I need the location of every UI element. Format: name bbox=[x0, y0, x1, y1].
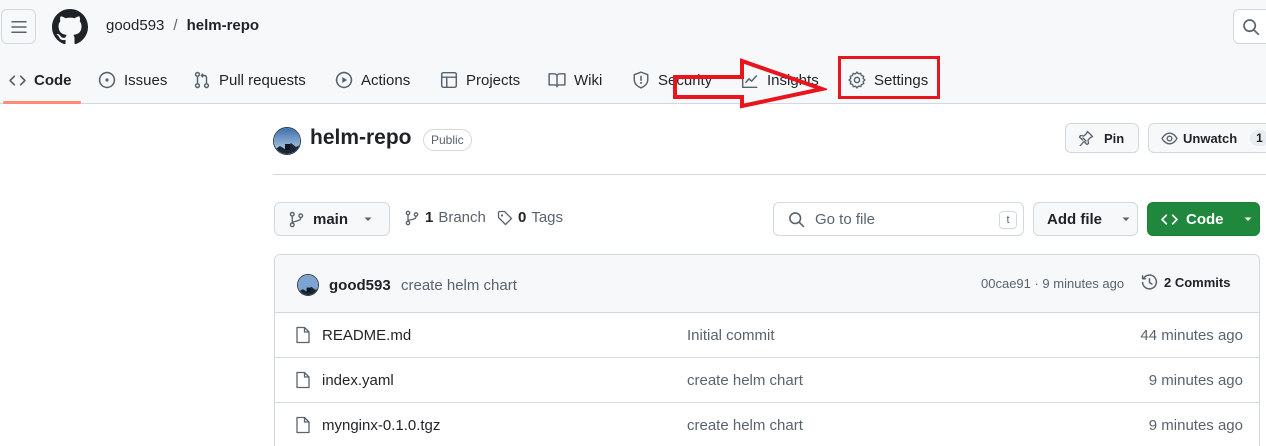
code-icon bbox=[1161, 213, 1178, 225]
code-button-label: Code bbox=[1186, 210, 1224, 228]
commits-history-link[interactable]: 2 Commits bbox=[1141, 274, 1230, 291]
file-icon bbox=[296, 416, 310, 434]
repo-title[interactable]: helm-repo bbox=[310, 126, 412, 150]
hamburger-icon bbox=[10, 20, 27, 33]
branches-label: Branch bbox=[438, 209, 486, 226]
add-file-button[interactable]: Add file bbox=[1033, 202, 1138, 236]
breadcrumb-owner-link[interactable]: good593 bbox=[106, 17, 164, 34]
file-age: 9 minutes ago bbox=[1148, 372, 1243, 389]
file-row[interactable]: README.md Initial commit 44 minutes ago bbox=[275, 313, 1259, 358]
tab-issues-label: Issues bbox=[124, 71, 168, 89]
file-icon bbox=[296, 371, 310, 389]
file-commit-message[interactable]: Initial commit bbox=[687, 327, 775, 344]
commit-author[interactable]: good593 bbox=[329, 277, 391, 294]
code-icon bbox=[9, 74, 26, 86]
file-commit-message[interactable]: create helm chart bbox=[687, 372, 803, 389]
repo-nav: Code Issues Pull requests Actions Projec… bbox=[0, 56, 1266, 104]
breadcrumb-repo-link[interactable]: helm-repo bbox=[187, 17, 260, 34]
table-icon bbox=[440, 71, 458, 89]
eye-icon bbox=[1161, 131, 1178, 145]
tab-pull-requests-label: Pull requests bbox=[219, 71, 306, 89]
add-file-label: Add file bbox=[1047, 210, 1102, 228]
tags-count: 0 bbox=[518, 209, 527, 226]
keyboard-shortcut-hint: t bbox=[999, 211, 1017, 229]
unwatch-button[interactable]: Unwatch 1 bbox=[1148, 123, 1266, 153]
git-pull-request-icon bbox=[194, 71, 210, 89]
search-icon bbox=[1243, 18, 1260, 35]
go-to-file-search[interactable]: t bbox=[773, 202, 1024, 236]
tag-icon bbox=[497, 210, 513, 225]
branch-name: main bbox=[313, 210, 349, 228]
file-name[interactable]: mynginx-0.1.0.tgz bbox=[322, 417, 440, 434]
tab-actions-label: Actions bbox=[361, 71, 411, 89]
pin-button[interactable]: Pin bbox=[1065, 123, 1139, 153]
latest-commit-row: good593 create helm chart 00cae91 · 9 mi… bbox=[275, 255, 1259, 313]
file-name[interactable]: index.yaml bbox=[322, 372, 394, 389]
file-row[interactable]: index.yaml create helm chart 9 minutes a… bbox=[275, 358, 1259, 403]
pin-label: Pin bbox=[1104, 130, 1125, 146]
tab-wiki[interactable]: Wiki bbox=[548, 56, 602, 104]
commit-sha-time[interactable]: 00cae91 · 9 minutes ago bbox=[981, 276, 1124, 291]
active-tab-underline bbox=[3, 101, 81, 104]
file-age: 9 minutes ago bbox=[1148, 417, 1243, 434]
tags-label: Tags bbox=[531, 209, 564, 226]
book-icon bbox=[548, 73, 566, 88]
file-icon bbox=[296, 326, 310, 344]
github-logo-icon[interactable] bbox=[52, 9, 88, 45]
unwatch-label: Unwatch bbox=[1183, 130, 1238, 146]
file-row[interactable]: mynginx-0.1.0.tgz create helm chart 9 mi… bbox=[275, 403, 1259, 446]
git-branch-icon bbox=[405, 210, 419, 225]
triangle-down-icon bbox=[1122, 217, 1130, 221]
pin-icon bbox=[1078, 130, 1094, 146]
go-to-file-input[interactable] bbox=[815, 210, 985, 228]
divider bbox=[273, 174, 1266, 175]
commits-count-label: 2 Commits bbox=[1164, 275, 1231, 290]
annotation-arrow bbox=[673, 58, 827, 109]
code-button[interactable]: Code bbox=[1147, 202, 1260, 236]
search-icon bbox=[789, 211, 805, 227]
triangle-down-icon bbox=[1244, 217, 1251, 221]
git-branch-icon bbox=[289, 211, 304, 227]
branches-count: 1 bbox=[425, 209, 434, 226]
tab-code[interactable]: Code bbox=[9, 56, 72, 104]
commit-author-avatar[interactable] bbox=[297, 274, 319, 296]
tab-issues[interactable]: Issues bbox=[98, 56, 167, 104]
breadcrumb-separator: / bbox=[173, 17, 178, 34]
play-icon bbox=[335, 71, 353, 89]
tab-projects-label: Projects bbox=[466, 71, 521, 89]
tab-code-label: Code bbox=[34, 71, 72, 89]
triangle-down-icon bbox=[364, 217, 372, 221]
global-search-button[interactable] bbox=[1233, 9, 1266, 44]
branches-link[interactable]: 1 Branch bbox=[404, 209, 486, 226]
visibility-badge: Public bbox=[423, 129, 472, 151]
tab-pull-requests[interactable]: Pull requests bbox=[193, 56, 306, 104]
file-age: 44 minutes ago bbox=[1140, 327, 1243, 344]
breadcrumb: good593 / helm-repo bbox=[106, 17, 259, 34]
app-header: good593 / helm-repo bbox=[0, 0, 1266, 56]
file-commit-message[interactable]: create helm chart bbox=[687, 417, 803, 434]
tab-projects[interactable]: Projects bbox=[440, 56, 520, 104]
history-icon bbox=[1141, 274, 1158, 290]
annotation-highlight-box bbox=[838, 56, 940, 99]
watch-count: 1 bbox=[1250, 130, 1266, 146]
tab-actions[interactable]: Actions bbox=[335, 56, 410, 104]
tab-wiki-label: Wiki bbox=[574, 71, 603, 89]
file-name[interactable]: README.md bbox=[322, 327, 411, 344]
branch-selector[interactable]: main bbox=[274, 202, 390, 236]
tags-link[interactable]: 0 Tags bbox=[497, 209, 563, 226]
menu-button[interactable] bbox=[1, 9, 36, 44]
file-browser: good593 create helm chart 00cae91 · 9 mi… bbox=[274, 254, 1260, 446]
owner-avatar[interactable] bbox=[273, 127, 301, 155]
shield-icon bbox=[633, 71, 649, 89]
issue-opened-icon bbox=[98, 71, 116, 89]
commit-message[interactable]: create helm chart bbox=[401, 277, 517, 294]
